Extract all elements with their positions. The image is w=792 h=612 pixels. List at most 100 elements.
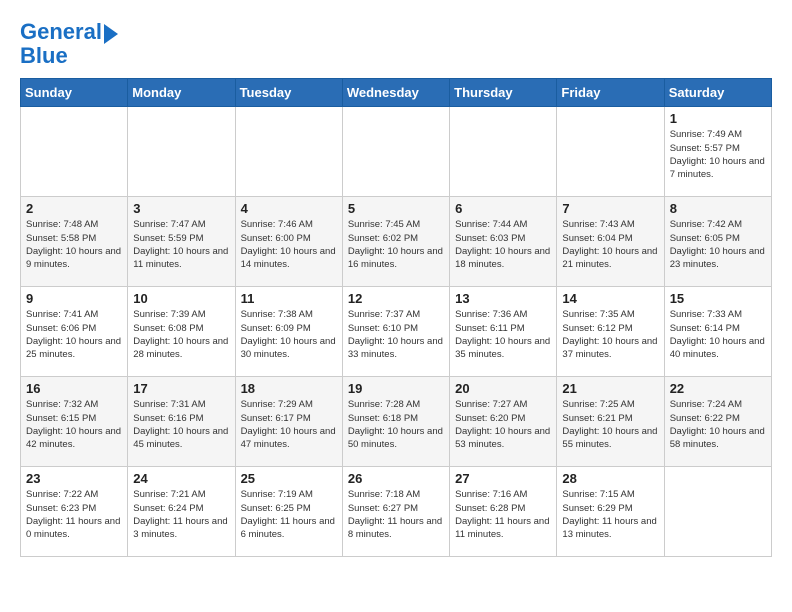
calendar-cell: 20 Sunrise: 7:27 AM Sunset: 6:20 PM Dayli… [450, 377, 557, 467]
calendar-cell: 6 Sunrise: 7:44 AM Sunset: 6:03 PM Daylig… [450, 197, 557, 287]
day-info: Sunrise: 7:25 AM Sunset: 6:21 PM Dayligh… [562, 398, 658, 451]
day-number: 8 [670, 201, 766, 216]
calendar-cell [664, 467, 771, 557]
day-info: Sunrise: 7:37 AM Sunset: 6:10 PM Dayligh… [348, 308, 444, 361]
day-info: Sunrise: 7:38 AM Sunset: 6:09 PM Dayligh… [241, 308, 337, 361]
day-number: 17 [133, 381, 229, 396]
day-number: 13 [455, 291, 551, 306]
calendar-cell [21, 107, 128, 197]
calendar-cell: 25 Sunrise: 7:19 AM Sunset: 6:25 PM Dayli… [235, 467, 342, 557]
day-number: 19 [348, 381, 444, 396]
day-number: 10 [133, 291, 229, 306]
day-number: 2 [26, 201, 122, 216]
logo-arrow-icon [104, 24, 118, 44]
day-info: Sunrise: 7:39 AM Sunset: 6:08 PM Dayligh… [133, 308, 229, 361]
day-info: Sunrise: 7:49 AM Sunset: 5:57 PM Dayligh… [670, 128, 766, 181]
calendar-cell: 18 Sunrise: 7:29 AM Sunset: 6:17 PM Dayli… [235, 377, 342, 467]
weekday-header-thursday: Thursday [450, 79, 557, 107]
calendar-week-3: 9 Sunrise: 7:41 AM Sunset: 6:06 PM Daylig… [21, 287, 772, 377]
calendar-cell: 11 Sunrise: 7:38 AM Sunset: 6:09 PM Dayli… [235, 287, 342, 377]
logo: General Blue [20, 20, 118, 68]
calendar-cell: 15 Sunrise: 7:33 AM Sunset: 6:14 PM Dayli… [664, 287, 771, 377]
day-info: Sunrise: 7:48 AM Sunset: 5:58 PM Dayligh… [26, 218, 122, 271]
day-number: 9 [26, 291, 122, 306]
day-number: 23 [26, 471, 122, 486]
calendar-cell [128, 107, 235, 197]
calendar-cell: 26 Sunrise: 7:18 AM Sunset: 6:27 PM Dayli… [342, 467, 449, 557]
calendar-cell: 19 Sunrise: 7:28 AM Sunset: 6:18 PM Dayli… [342, 377, 449, 467]
calendar-cell: 17 Sunrise: 7:31 AM Sunset: 6:16 PM Dayli… [128, 377, 235, 467]
day-number: 7 [562, 201, 658, 216]
calendar-cell: 14 Sunrise: 7:35 AM Sunset: 6:12 PM Dayli… [557, 287, 664, 377]
calendar-cell: 24 Sunrise: 7:21 AM Sunset: 6:24 PM Dayli… [128, 467, 235, 557]
day-number: 20 [455, 381, 551, 396]
logo-blue-text: Blue [20, 44, 68, 68]
day-number: 11 [241, 291, 337, 306]
day-info: Sunrise: 7:36 AM Sunset: 6:11 PM Dayligh… [455, 308, 551, 361]
day-number: 28 [562, 471, 658, 486]
calendar-cell [342, 107, 449, 197]
calendar-week-5: 23 Sunrise: 7:22 AM Sunset: 6:23 PM Dayli… [21, 467, 772, 557]
day-number: 26 [348, 471, 444, 486]
day-info: Sunrise: 7:45 AM Sunset: 6:02 PM Dayligh… [348, 218, 444, 271]
day-info: Sunrise: 7:33 AM Sunset: 6:14 PM Dayligh… [670, 308, 766, 361]
day-info: Sunrise: 7:42 AM Sunset: 6:05 PM Dayligh… [670, 218, 766, 271]
calendar-cell: 2 Sunrise: 7:48 AM Sunset: 5:58 PM Daylig… [21, 197, 128, 287]
day-info: Sunrise: 7:35 AM Sunset: 6:12 PM Dayligh… [562, 308, 658, 361]
day-info: Sunrise: 7:19 AM Sunset: 6:25 PM Dayligh… [241, 488, 337, 541]
weekday-header-sunday: Sunday [21, 79, 128, 107]
day-number: 5 [348, 201, 444, 216]
day-info: Sunrise: 7:28 AM Sunset: 6:18 PM Dayligh… [348, 398, 444, 451]
weekday-header-friday: Friday [557, 79, 664, 107]
calendar-cell: 22Sunrise: 7:24 AM Sunset: 6:22 PM Dayli… [664, 377, 771, 467]
day-info: Sunrise: 7:27 AM Sunset: 6:20 PM Dayligh… [455, 398, 551, 451]
calendar-cell: 3 Sunrise: 7:47 AM Sunset: 5:59 PM Daylig… [128, 197, 235, 287]
day-number: 4 [241, 201, 337, 216]
day-number: 6 [455, 201, 551, 216]
day-info: Sunrise: 7:16 AM Sunset: 6:28 PM Dayligh… [455, 488, 551, 541]
calendar-cell: 13 Sunrise: 7:36 AM Sunset: 6:11 PM Dayli… [450, 287, 557, 377]
day-number: 21 [562, 381, 658, 396]
calendar-cell: 1 Sunrise: 7:49 AM Sunset: 5:57 PM Daylig… [664, 107, 771, 197]
calendar-cell: 12 Sunrise: 7:37 AM Sunset: 6:10 PM Dayli… [342, 287, 449, 377]
day-number: 1 [670, 111, 766, 126]
day-number: 27 [455, 471, 551, 486]
day-info: Sunrise: 7:32 AM Sunset: 6:15 PM Dayligh… [26, 398, 122, 451]
day-info: Sunrise: 7:43 AM Sunset: 6:04 PM Dayligh… [562, 218, 658, 271]
day-info: Sunrise: 7:22 AM Sunset: 6:23 PM Dayligh… [26, 488, 122, 541]
weekday-header-monday: Monday [128, 79, 235, 107]
day-number: 18 [241, 381, 337, 396]
weekday-header-wednesday: Wednesday [342, 79, 449, 107]
calendar-cell: 8 Sunrise: 7:42 AM Sunset: 6:05 PM Daylig… [664, 197, 771, 287]
calendar-cell: 9 Sunrise: 7:41 AM Sunset: 6:06 PM Daylig… [21, 287, 128, 377]
day-number: 14 [562, 291, 658, 306]
day-number: 24 [133, 471, 229, 486]
day-info: Sunrise: 7:41 AM Sunset: 6:06 PM Dayligh… [26, 308, 122, 361]
calendar-cell: 27 Sunrise: 7:16 AM Sunset: 6:28 PM Dayli… [450, 467, 557, 557]
day-info: Sunrise: 7:15 AM Sunset: 6:29 PM Dayligh… [562, 488, 658, 541]
day-info: Sunrise: 7:31 AM Sunset: 6:16 PM Dayligh… [133, 398, 229, 451]
calendar-cell: 28 Sunrise: 7:15 AM Sunset: 6:29 PM Dayli… [557, 467, 664, 557]
day-info: Sunrise: 7:18 AM Sunset: 6:27 PM Dayligh… [348, 488, 444, 541]
day-info: Sunrise: 7:44 AM Sunset: 6:03 PM Dayligh… [455, 218, 551, 271]
day-number: 25 [241, 471, 337, 486]
calendar-table: SundayMondayTuesdayWednesdayThursdayFrid… [20, 78, 772, 557]
page-header: General Blue [20, 20, 772, 68]
calendar-week-2: 2 Sunrise: 7:48 AM Sunset: 5:58 PM Daylig… [21, 197, 772, 287]
day-number: 16 [26, 381, 122, 396]
calendar-cell: 5 Sunrise: 7:45 AM Sunset: 6:02 PM Daylig… [342, 197, 449, 287]
calendar-week-4: 16 Sunrise: 7:32 AM Sunset: 6:15 PM Dayli… [21, 377, 772, 467]
calendar-cell [235, 107, 342, 197]
day-info: Sunrise: 7:46 AM Sunset: 6:00 PM Dayligh… [241, 218, 337, 271]
day-info: Sunrise: 7:21 AM Sunset: 6:24 PM Dayligh… [133, 488, 229, 541]
day-info: Sunrise: 7:29 AM Sunset: 6:17 PM Dayligh… [241, 398, 337, 451]
weekday-header-row: SundayMondayTuesdayWednesdayThursdayFrid… [21, 79, 772, 107]
calendar-cell: 10 Sunrise: 7:39 AM Sunset: 6:08 PM Dayli… [128, 287, 235, 377]
day-info: Sunrise: 7:47 AM Sunset: 5:59 PM Dayligh… [133, 218, 229, 271]
day-info: Sunrise: 7:24 AM Sunset: 6:22 PM Dayligh… [670, 398, 766, 451]
calendar-cell [450, 107, 557, 197]
day-number: 3 [133, 201, 229, 216]
day-number: 15 [670, 291, 766, 306]
calendar-cell: 7 Sunrise: 7:43 AM Sunset: 6:04 PM Daylig… [557, 197, 664, 287]
day-number: 12 [348, 291, 444, 306]
